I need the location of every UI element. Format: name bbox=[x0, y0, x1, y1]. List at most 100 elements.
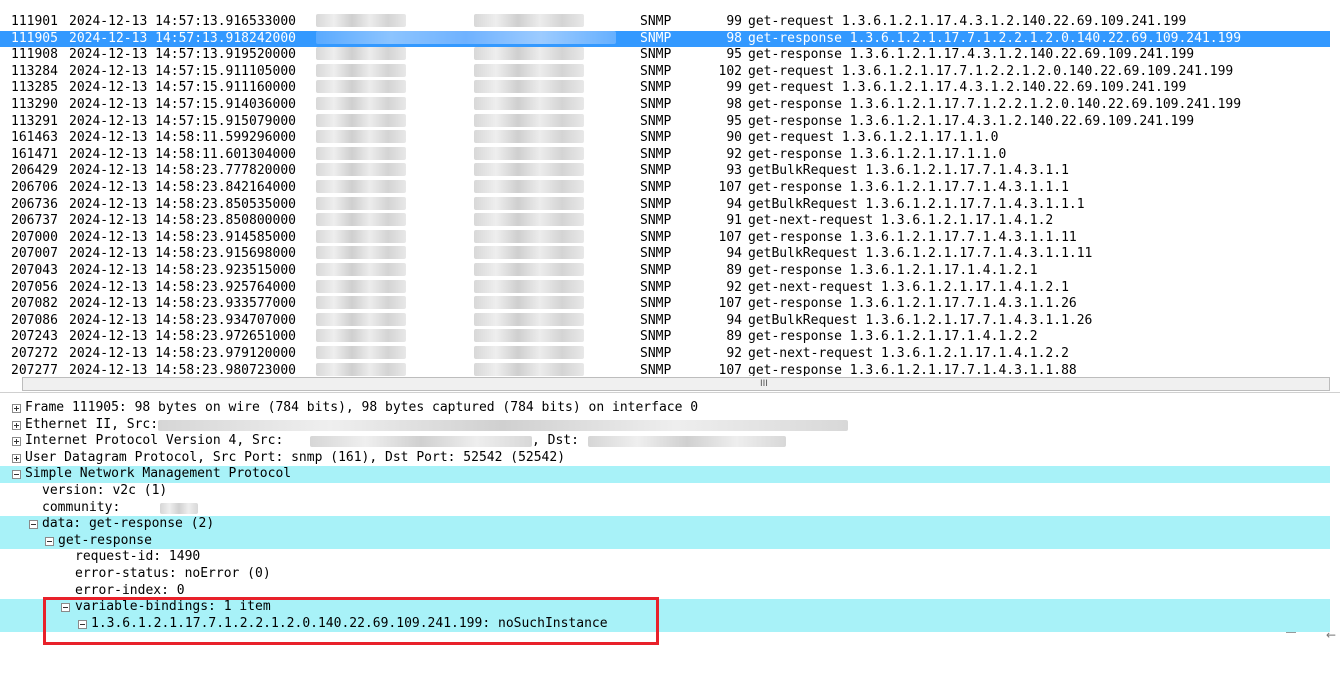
packet-time: 2024-12-13 14:57:15.915079000 bbox=[69, 113, 296, 129]
collapse-icon[interactable] bbox=[29, 520, 38, 530]
redacted-source bbox=[316, 14, 406, 27]
tree-item-data[interactable]: data: get-response (2) bbox=[0, 516, 1330, 533]
tree-label: get-response bbox=[58, 532, 152, 548]
packet-row[interactable]: 113291 2024-12-13 14:57:15.915079000 SNMP 9… bbox=[0, 113, 1330, 131]
redacted-source bbox=[316, 213, 406, 227]
collapse-icon[interactable] bbox=[45, 536, 54, 546]
tree-item-ipv4[interactable]: Internet Protocol Version 4, Src: , Dst: bbox=[0, 433, 1330, 450]
tree-label: Simple Network Management Protocol bbox=[25, 466, 292, 482]
redacted-source bbox=[316, 47, 406, 61]
redacted-source bbox=[316, 80, 406, 94]
packet-length: 107 bbox=[718, 296, 742, 312]
redacted-destination bbox=[474, 362, 584, 376]
packet-row[interactable]: 113284 2024-12-13 14:57:15.911105000 SNMP 1… bbox=[0, 63, 1330, 81]
resize-corner-icon[interactable]: ← bbox=[1326, 628, 1336, 642]
packet-row[interactable]: 207000 2024-12-13 14:58:23.914585000 SNMP 1… bbox=[0, 229, 1330, 247]
redacted-destination bbox=[474, 47, 584, 61]
redacted-source bbox=[316, 329, 406, 343]
redacted-destination bbox=[474, 80, 584, 94]
collapse-icon[interactable] bbox=[12, 470, 21, 480]
packet-number: 207007 bbox=[11, 246, 58, 262]
packet-info: getBulkRequest 1.3.6.1.2.1.17.7.1.4.3.1.… bbox=[748, 163, 1069, 179]
packet-protocol: SNMP bbox=[640, 296, 672, 312]
packet-row[interactable]: 161471 2024-12-13 14:58:11.601304000 SNMP 9… bbox=[0, 146, 1330, 164]
packet-length: 95 bbox=[726, 47, 742, 63]
packet-row[interactable]: 207043 2024-12-13 14:58:23.923515000 SNMP 8… bbox=[0, 263, 1330, 280]
packet-length: 107 bbox=[718, 229, 742, 245]
packet-length: 94 bbox=[726, 196, 742, 212]
packet-length: 89 bbox=[726, 329, 742, 345]
tree-label: error-status: noError (0) bbox=[75, 566, 271, 581]
packet-row[interactable]: 206429 2024-12-13 14:58:23.777820000 SNMP 9… bbox=[0, 163, 1330, 180]
tree-label: request-id: 1490 bbox=[75, 549, 201, 565]
expand-icon[interactable] bbox=[12, 404, 21, 413]
packet-number: 113290 bbox=[11, 97, 58, 112]
packet-row[interactable]: 206737 2024-12-13 14:58:23.850800000 SNMP 9… bbox=[0, 213, 1330, 230]
packet-row[interactable]: 207082 2024-12-13 14:58:23.933577000 SNMP 1… bbox=[0, 296, 1330, 313]
expand-icon[interactable] bbox=[12, 437, 21, 447]
tree-item-error-status[interactable]: error-status: noError (0) bbox=[0, 566, 1330, 583]
tree-item-version[interactable]: version: v2c (1) bbox=[0, 483, 1330, 500]
redacted-destination bbox=[474, 97, 584, 110]
packet-row[interactable]: 111908 2024-12-13 14:57:13.919520000 SNMP 9… bbox=[0, 47, 1330, 64]
tree-item-request-id[interactable]: request-id: 1490 bbox=[0, 549, 1330, 566]
packet-time: 2024-12-13 14:57:13.916533000 bbox=[69, 14, 296, 29]
redacted-destination bbox=[474, 180, 584, 193]
scrollbar-grip-icon[interactable]: III bbox=[760, 378, 768, 390]
redacted-source bbox=[316, 196, 406, 210]
expand-icon[interactable] bbox=[12, 420, 21, 430]
packet-length: 93 bbox=[726, 163, 742, 179]
packet-length: 90 bbox=[726, 130, 742, 146]
packet-row[interactable]: 206736 2024-12-13 14:58:23.850535000 SNMP 9… bbox=[0, 196, 1330, 214]
horizontal-scrollbar[interactable]: III bbox=[22, 377, 1330, 391]
expand-icon[interactable] bbox=[12, 453, 21, 463]
redacted-source bbox=[316, 146, 406, 160]
packet-protocol: SNMP bbox=[640, 279, 672, 295]
packet-row[interactable]: 207272 2024-12-13 14:58:23.979120000 SNMP 9… bbox=[0, 346, 1330, 363]
packet-info: get-response 1.3.6.1.2.1.17.7.1.4.3.1.1.… bbox=[748, 362, 1077, 376]
redacted-source bbox=[316, 113, 406, 127]
tree-item-community[interactable]: community: bbox=[0, 500, 1330, 517]
packet-time: 2024-12-13 14:58:23.979120000 bbox=[69, 346, 296, 361]
packet-info: get-next-request 1.3.6.1.2.1.17.1.4.1.2.… bbox=[748, 279, 1069, 295]
packet-row[interactable]: 111905 2024-12-13 14:57:13.918242000 SNMP 9… bbox=[0, 30, 1330, 48]
packet-row[interactable]: 111901 2024-12-13 14:57:13.916533000 SNMP 9… bbox=[0, 14, 1330, 31]
redacted-source bbox=[316, 346, 406, 359]
packet-length: 102 bbox=[718, 63, 742, 79]
packet-info: get-response 1.3.6.1.2.1.17.1.4.1.2.2 bbox=[748, 329, 1038, 345]
packet-number: 206706 bbox=[11, 180, 58, 195]
tree-item-udp[interactable]: User Datagram Protocol, Src Port: snmp (… bbox=[0, 450, 1330, 467]
packet-protocol: SNMP bbox=[640, 246, 672, 262]
tree-item-snmp[interactable]: Simple Network Management Protocol bbox=[0, 466, 1330, 483]
redacted-source bbox=[316, 279, 406, 293]
packet-row[interactable]: 161463 2024-12-13 14:58:11.599296000 SNMP 9… bbox=[0, 130, 1330, 147]
tree-item-get-response[interactable]: get-response bbox=[0, 532, 1330, 550]
redacted-destination bbox=[474, 63, 584, 77]
packet-info: get-response 1.3.6.1.2.1.17.1.4.1.2.1 bbox=[748, 263, 1038, 278]
packet-row[interactable]: 206706 2024-12-13 14:58:23.842164000 SNMP 1… bbox=[0, 180, 1330, 197]
packet-row[interactable]: 207056 2024-12-13 14:58:23.925764000 SNMP 9… bbox=[0, 279, 1330, 297]
redacted-destination bbox=[474, 246, 584, 260]
tree-item-ethernet[interactable]: Ethernet II, Src: bbox=[0, 417, 1330, 434]
packet-row[interactable]: 207277 2024-12-13 14:58:23.980723000 SNMP 1… bbox=[0, 362, 1330, 376]
packet-number: 161471 bbox=[11, 146, 58, 162]
packet-row[interactable]: 207243 2024-12-13 14:58:23.972651000 SNMP 8… bbox=[0, 329, 1330, 346]
redacted-source bbox=[316, 312, 406, 326]
packet-time: 2024-12-13 14:57:13.918242000 bbox=[69, 30, 296, 46]
packet-time: 2024-12-13 14:58:23.934707000 bbox=[69, 312, 296, 328]
packet-number: 111901 bbox=[11, 14, 58, 29]
packet-list[interactable]: 111901 2024-12-13 14:57:13.916533000 SNMP 9… bbox=[0, 14, 1340, 376]
packet-row[interactable]: 113285 2024-12-13 14:57:15.911160000 SNMP 9… bbox=[0, 80, 1330, 97]
redacted-source bbox=[316, 130, 406, 144]
packet-number: 111908 bbox=[11, 47, 58, 63]
packet-protocol: SNMP bbox=[640, 346, 672, 361]
packet-info: get-request 1.3.6.1.2.1.17.4.3.1.2.140.2… bbox=[748, 14, 1187, 29]
redacted-source bbox=[316, 362, 406, 376]
packet-info: getBulkRequest 1.3.6.1.2.1.17.7.1.4.3.1.… bbox=[748, 246, 1093, 262]
packet-row[interactable]: 207086 2024-12-13 14:58:23.934707000 SNMP 9… bbox=[0, 312, 1330, 330]
packet-row[interactable]: 207007 2024-12-13 14:58:23.915698000 SNMP 9… bbox=[0, 246, 1330, 263]
annotation-highlight-box bbox=[43, 597, 659, 645]
packet-row[interactable]: 113290 2024-12-13 14:57:15.914036000 SNMP 9… bbox=[0, 97, 1330, 114]
packet-info: get-response 1.3.6.1.2.1.17.7.1.2.2.1.2.… bbox=[748, 97, 1242, 112]
tree-item-frame[interactable]: Frame 111905: 98 bytes on wire (784 bits… bbox=[0, 400, 1330, 417]
